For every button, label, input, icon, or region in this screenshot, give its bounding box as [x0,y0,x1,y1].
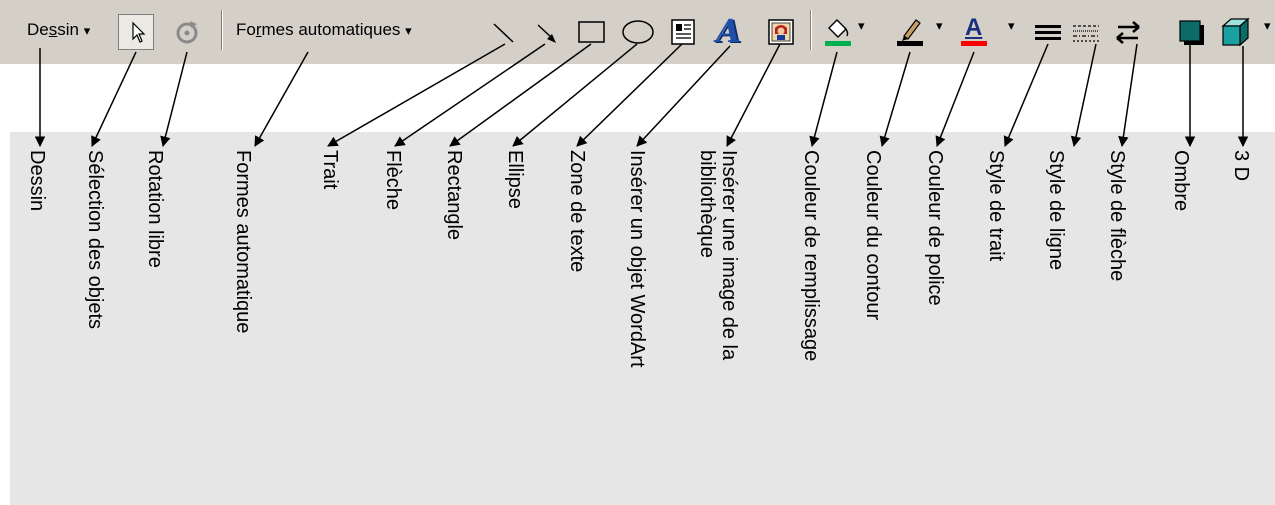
arrow-ellipse [512,43,638,147]
label-text: Couleur du contour [862,150,884,321]
label-text: Dessin [26,150,48,212]
label-couleur-contour: Couleur du contour [860,150,888,490]
arrow-police [935,51,975,147]
label-style-trait: Style de trait [983,150,1011,490]
arrow-selection [91,51,137,147]
label-text: Trait [319,150,341,190]
label-trait: Trait [317,150,345,490]
label-selection-objets: Sélection des objets [82,150,110,490]
label-objet-wordart: Insérer un objet WordArt [624,150,652,490]
arrow-style-fleche [1118,43,1138,148]
label-text: Style de ligne [1045,150,1067,271]
label-3d: 3 D [1228,150,1256,490]
label-image-bibliotheque: Insérer une image de la bibliothèque [694,150,744,490]
label-zone-de-texte: Zone de texte [564,150,592,490]
label-text: Flèche [382,150,404,211]
label-text: Couleur de police [924,150,946,306]
label-rotation-libre: Rotation libre [142,150,170,490]
label-text: Ombre [1170,150,1192,212]
label-ombre: Ombre [1168,150,1196,490]
arrow-remplissage [809,51,838,148]
label-dessin: Dessin [24,150,52,490]
label-text: Insérer une image de la bibliothèque [696,150,740,361]
label-text: 3 D [1230,150,1252,182]
label-rectangle: Rectangle [441,150,469,490]
label-text: Couleur de remplissage [800,150,822,362]
arrow-rotation [160,51,188,148]
label-text: Rectangle [443,150,465,241]
arrow-zone-texte [576,43,683,147]
label-text: Ellipse [504,150,526,209]
arrow-wordart [636,45,731,147]
arrow-style-trait [1003,43,1049,147]
label-style-fleche: Style de flèche [1104,150,1132,490]
label-fleche: Flèche [380,150,408,490]
arrow-image [726,43,781,147]
label-couleur-police: Couleur de police [922,150,950,490]
label-formes-automatique: Formes automatique [230,150,258,490]
arrow-style-ligne [1070,43,1097,148]
label-text: Sélection des objets [84,150,106,330]
label-text: Rotation libre [144,150,166,268]
label-ellipse: Ellipse [502,150,530,490]
arrow-formes [254,51,309,147]
label-couleur-remplissage: Couleur de remplissage [798,150,826,490]
label-style-ligne: Style de ligne [1043,150,1071,490]
arrow-contour [879,51,911,148]
label-text: Zone de texte [566,150,588,273]
label-text: Formes automatique [232,150,254,334]
label-text: Insérer un objet WordArt [626,150,648,368]
label-text: Style de flèche [1106,150,1128,282]
label-text: Style de trait [985,150,1007,262]
